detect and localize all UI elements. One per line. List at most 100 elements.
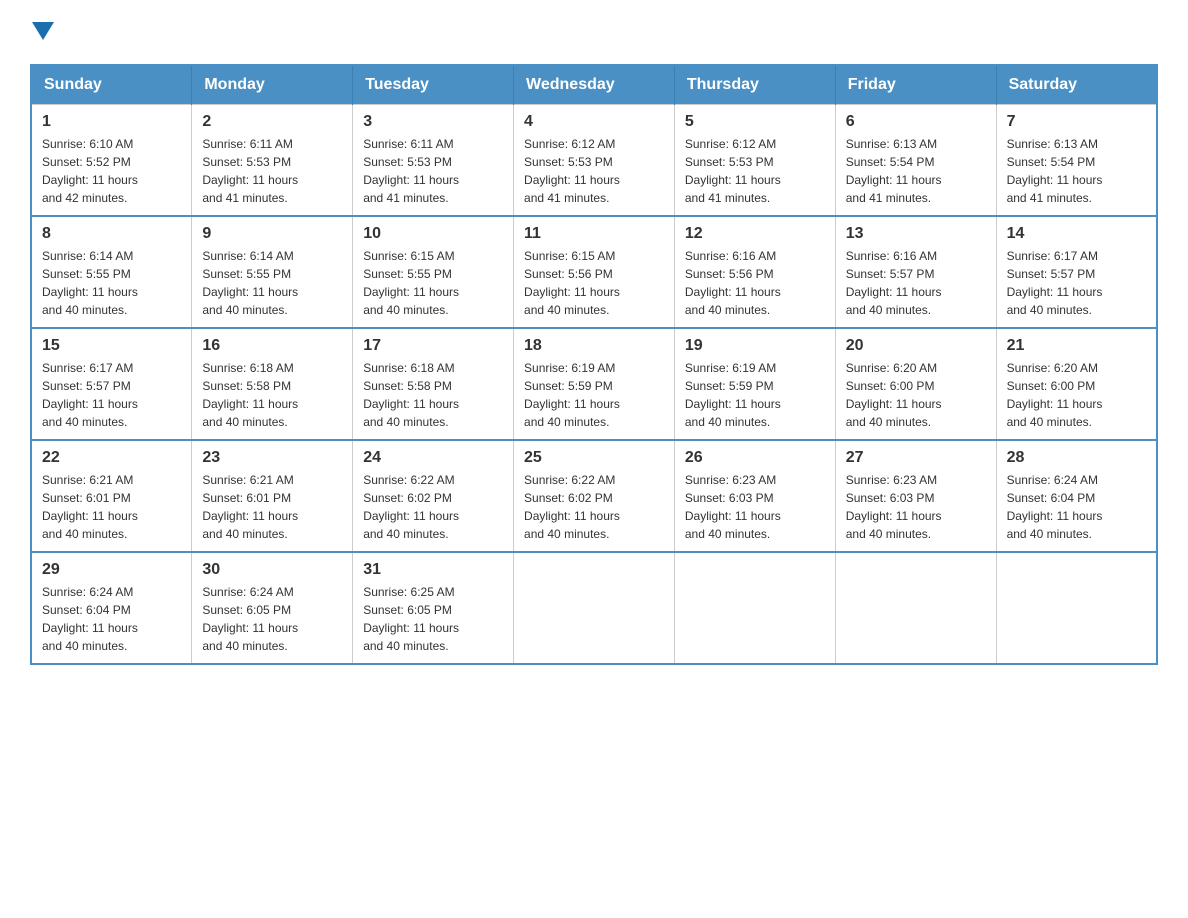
logo-triangle-icon [32,22,54,44]
calendar-cell: 2 Sunrise: 6:11 AM Sunset: 5:53 PM Dayli… [192,105,353,217]
calendar-cell: 1 Sunrise: 6:10 AM Sunset: 5:52 PM Dayli… [31,105,192,217]
day-number: 11 [524,225,664,243]
week-row-4: 22 Sunrise: 6:21 AM Sunset: 6:01 PM Dayl… [31,440,1157,552]
day-number: 18 [524,337,664,355]
day-number: 7 [1007,113,1146,131]
calendar-cell: 5 Sunrise: 6:12 AM Sunset: 5:53 PM Dayli… [674,105,835,217]
day-number: 17 [363,337,503,355]
day-info: Sunrise: 6:19 AM Sunset: 5:59 PM Dayligh… [685,359,825,431]
calendar-cell: 13 Sunrise: 6:16 AM Sunset: 5:57 PM Dayl… [835,216,996,328]
day-number: 25 [524,449,664,467]
calendar-cell: 17 Sunrise: 6:18 AM Sunset: 5:58 PM Dayl… [353,328,514,440]
day-info: Sunrise: 6:22 AM Sunset: 6:02 PM Dayligh… [524,471,664,543]
day-number: 8 [42,225,181,243]
day-info: Sunrise: 6:11 AM Sunset: 5:53 PM Dayligh… [202,135,342,207]
calendar-cell [996,552,1157,664]
day-number: 22 [42,449,181,467]
logo [30,20,54,44]
day-info: Sunrise: 6:10 AM Sunset: 5:52 PM Dayligh… [42,135,181,207]
calendar-table: SundayMondayTuesdayWednesdayThursdayFrid… [30,64,1158,665]
calendar-cell: 29 Sunrise: 6:24 AM Sunset: 6:04 PM Dayl… [31,552,192,664]
calendar-cell: 30 Sunrise: 6:24 AM Sunset: 6:05 PM Dayl… [192,552,353,664]
day-info: Sunrise: 6:23 AM Sunset: 6:03 PM Dayligh… [846,471,986,543]
calendar-cell: 18 Sunrise: 6:19 AM Sunset: 5:59 PM Dayl… [514,328,675,440]
calendar-cell: 22 Sunrise: 6:21 AM Sunset: 6:01 PM Dayl… [31,440,192,552]
day-info: Sunrise: 6:12 AM Sunset: 5:53 PM Dayligh… [685,135,825,207]
week-row-1: 1 Sunrise: 6:10 AM Sunset: 5:52 PM Dayli… [31,105,1157,217]
calendar-cell: 19 Sunrise: 6:19 AM Sunset: 5:59 PM Dayl… [674,328,835,440]
calendar-cell: 15 Sunrise: 6:17 AM Sunset: 5:57 PM Dayl… [31,328,192,440]
day-number: 19 [685,337,825,355]
day-info: Sunrise: 6:15 AM Sunset: 5:56 PM Dayligh… [524,247,664,319]
day-info: Sunrise: 6:24 AM Sunset: 6:05 PM Dayligh… [202,583,342,655]
calendar-cell: 4 Sunrise: 6:12 AM Sunset: 5:53 PM Dayli… [514,105,675,217]
day-info: Sunrise: 6:17 AM Sunset: 5:57 PM Dayligh… [1007,247,1146,319]
day-info: Sunrise: 6:23 AM Sunset: 6:03 PM Dayligh… [685,471,825,543]
calendar-cell: 24 Sunrise: 6:22 AM Sunset: 6:02 PM Dayl… [353,440,514,552]
calendar-cell: 16 Sunrise: 6:18 AM Sunset: 5:58 PM Dayl… [192,328,353,440]
day-number: 5 [685,113,825,131]
day-info: Sunrise: 6:16 AM Sunset: 5:57 PM Dayligh… [846,247,986,319]
day-number: 16 [202,337,342,355]
day-number: 27 [846,449,986,467]
day-number: 12 [685,225,825,243]
day-number: 15 [42,337,181,355]
day-number: 6 [846,113,986,131]
day-info: Sunrise: 6:17 AM Sunset: 5:57 PM Dayligh… [42,359,181,431]
day-info: Sunrise: 6:14 AM Sunset: 5:55 PM Dayligh… [202,247,342,319]
day-number: 23 [202,449,342,467]
calendar-cell: 3 Sunrise: 6:11 AM Sunset: 5:53 PM Dayli… [353,105,514,217]
day-info: Sunrise: 6:13 AM Sunset: 5:54 PM Dayligh… [846,135,986,207]
day-number: 2 [202,113,342,131]
day-number: 29 [42,561,181,579]
week-row-2: 8 Sunrise: 6:14 AM Sunset: 5:55 PM Dayli… [31,216,1157,328]
day-number: 26 [685,449,825,467]
day-number: 28 [1007,449,1146,467]
calendar-cell [514,552,675,664]
weekday-header-saturday: Saturday [996,65,1157,105]
weekday-header-row: SundayMondayTuesdayWednesdayThursdayFrid… [31,65,1157,105]
calendar-cell: 31 Sunrise: 6:25 AM Sunset: 6:05 PM Dayl… [353,552,514,664]
calendar-cell: 7 Sunrise: 6:13 AM Sunset: 5:54 PM Dayli… [996,105,1157,217]
day-info: Sunrise: 6:21 AM Sunset: 6:01 PM Dayligh… [202,471,342,543]
day-info: Sunrise: 6:22 AM Sunset: 6:02 PM Dayligh… [363,471,503,543]
day-info: Sunrise: 6:24 AM Sunset: 6:04 PM Dayligh… [42,583,181,655]
day-info: Sunrise: 6:15 AM Sunset: 5:55 PM Dayligh… [363,247,503,319]
calendar-cell: 8 Sunrise: 6:14 AM Sunset: 5:55 PM Dayli… [31,216,192,328]
weekday-header-thursday: Thursday [674,65,835,105]
calendar-cell: 10 Sunrise: 6:15 AM Sunset: 5:55 PM Dayl… [353,216,514,328]
calendar-cell: 21 Sunrise: 6:20 AM Sunset: 6:00 PM Dayl… [996,328,1157,440]
weekday-header-friday: Friday [835,65,996,105]
weekday-header-tuesday: Tuesday [353,65,514,105]
calendar-cell: 11 Sunrise: 6:15 AM Sunset: 5:56 PM Dayl… [514,216,675,328]
day-number: 4 [524,113,664,131]
week-row-3: 15 Sunrise: 6:17 AM Sunset: 5:57 PM Dayl… [31,328,1157,440]
calendar-cell: 9 Sunrise: 6:14 AM Sunset: 5:55 PM Dayli… [192,216,353,328]
day-number: 10 [363,225,503,243]
week-row-5: 29 Sunrise: 6:24 AM Sunset: 6:04 PM Dayl… [31,552,1157,664]
calendar-cell [674,552,835,664]
day-info: Sunrise: 6:19 AM Sunset: 5:59 PM Dayligh… [524,359,664,431]
day-number: 30 [202,561,342,579]
day-number: 9 [202,225,342,243]
page-header [30,20,1158,44]
calendar-cell: 14 Sunrise: 6:17 AM Sunset: 5:57 PM Dayl… [996,216,1157,328]
calendar-cell: 27 Sunrise: 6:23 AM Sunset: 6:03 PM Dayl… [835,440,996,552]
day-info: Sunrise: 6:24 AM Sunset: 6:04 PM Dayligh… [1007,471,1146,543]
day-number: 20 [846,337,986,355]
calendar-cell: 12 Sunrise: 6:16 AM Sunset: 5:56 PM Dayl… [674,216,835,328]
day-number: 14 [1007,225,1146,243]
day-info: Sunrise: 6:12 AM Sunset: 5:53 PM Dayligh… [524,135,664,207]
day-info: Sunrise: 6:11 AM Sunset: 5:53 PM Dayligh… [363,135,503,207]
calendar-cell: 20 Sunrise: 6:20 AM Sunset: 6:00 PM Dayl… [835,328,996,440]
day-number: 24 [363,449,503,467]
day-info: Sunrise: 6:16 AM Sunset: 5:56 PM Dayligh… [685,247,825,319]
calendar-cell [835,552,996,664]
day-number: 31 [363,561,503,579]
calendar-cell: 28 Sunrise: 6:24 AM Sunset: 6:04 PM Dayl… [996,440,1157,552]
day-info: Sunrise: 6:13 AM Sunset: 5:54 PM Dayligh… [1007,135,1146,207]
weekday-header-wednesday: Wednesday [514,65,675,105]
weekday-header-sunday: Sunday [31,65,192,105]
day-info: Sunrise: 6:20 AM Sunset: 6:00 PM Dayligh… [1007,359,1146,431]
day-info: Sunrise: 6:20 AM Sunset: 6:00 PM Dayligh… [846,359,986,431]
